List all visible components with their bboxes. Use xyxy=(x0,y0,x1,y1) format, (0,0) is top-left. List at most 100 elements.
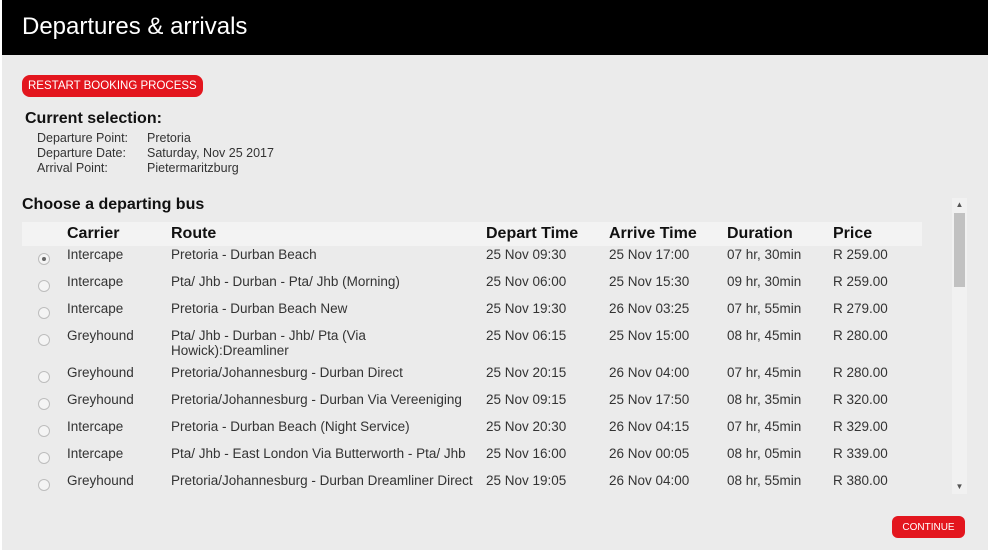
departure-date-label: Departure Date: xyxy=(37,146,126,160)
route-line: Pretoria/Johannesburg - Durban Via Veree… xyxy=(171,392,462,407)
depart-time-cell: 25 Nov 09:30 xyxy=(486,247,567,262)
departure-date-row: Departure Date: Saturday, Nov 25 2017 xyxy=(37,146,274,160)
price-cell: R 320.00 xyxy=(833,392,888,407)
carrier-cell: Greyhound xyxy=(67,473,134,488)
page-header: Departures & arrivals xyxy=(2,0,988,55)
route-line: Howick):Dreamliner xyxy=(171,343,289,358)
column-header-route: Route xyxy=(171,225,217,242)
radio-button-icon[interactable] xyxy=(38,479,50,491)
departure-point-value: Pretoria xyxy=(147,131,191,145)
carrier-cell: Greyhound xyxy=(67,328,134,343)
radio-button-icon[interactable] xyxy=(38,334,50,346)
arrive-time-cell: 25 Nov 17:50 xyxy=(609,392,690,407)
radio-button-icon[interactable] xyxy=(38,253,50,265)
column-header-carrier: Carrier xyxy=(67,225,120,242)
depart-time-cell: 25 Nov 06:00 xyxy=(486,274,567,289)
restart-booking-button[interactable]: RESTART BOOKING PROCESS xyxy=(22,75,203,97)
arrival-point-value: Pietermaritzburg xyxy=(147,161,239,175)
arrive-time-cell: 25 Nov 15:30 xyxy=(609,274,690,289)
radio-button-icon[interactable] xyxy=(38,398,50,410)
scroll-up-arrow-icon[interactable]: ▲ xyxy=(952,198,967,212)
carrier-cell: Intercape xyxy=(67,247,124,262)
duration-cell: 07 hr, 45min xyxy=(727,419,802,434)
table-scrollbar[interactable]: ▲ ▼ xyxy=(952,198,967,494)
carrier-cell: Intercape xyxy=(67,419,124,434)
depart-time-cell: 25 Nov 16:00 xyxy=(486,446,567,461)
continue-button[interactable]: CONTINUE xyxy=(892,516,965,538)
arrive-time-cell: 26 Nov 00:05 xyxy=(609,446,690,461)
radio-button-icon[interactable] xyxy=(38,280,50,292)
route-cell: Pretoria - Durban Beach (Night Service) xyxy=(171,419,410,434)
column-header-duration: Duration xyxy=(727,225,793,242)
arrive-time-cell: 26 Nov 04:15 xyxy=(609,419,690,434)
duration-cell: 08 hr, 55min xyxy=(727,473,802,488)
route-line: Pta/ Jhb - Durban - Pta/ Jhb (Morning) xyxy=(171,274,400,289)
carrier-cell: Greyhound xyxy=(67,365,134,380)
duration-cell: 08 hr, 35min xyxy=(727,392,802,407)
route-cell: Pretoria - Durban Beach New xyxy=(171,301,347,316)
route-line: Pretoria/Johannesburg - Durban Dreamline… xyxy=(171,473,473,488)
route-line: Pretoria - Durban Beach (Night Service) xyxy=(171,419,410,434)
radio-button-icon[interactable] xyxy=(38,371,50,383)
arrive-time-cell: 25 Nov 17:00 xyxy=(609,247,690,262)
depart-time-cell: 25 Nov 19:05 xyxy=(486,473,567,488)
price-cell: R 380.00 xyxy=(833,473,888,488)
duration-cell: 07 hr, 30min xyxy=(727,247,802,262)
departure-date-value: Saturday, Nov 25 2017 xyxy=(147,146,274,160)
current-selection-title: Current selection: xyxy=(25,110,162,127)
depart-time-cell: 25 Nov 19:30 xyxy=(486,301,567,316)
depart-time-cell: 25 Nov 20:30 xyxy=(486,419,567,434)
scroll-down-arrow-icon[interactable]: ▼ xyxy=(952,480,967,494)
duration-cell: 07 hr, 45min xyxy=(727,365,802,380)
price-cell: R 280.00 xyxy=(833,365,888,380)
route-cell: Pta/ Jhb - Durban - Pta/ Jhb (Morning) xyxy=(171,274,400,289)
duration-cell: 08 hr, 05min xyxy=(727,446,802,461)
carrier-cell: Intercape xyxy=(67,446,124,461)
price-cell: R 259.00 xyxy=(833,274,888,289)
choose-bus-heading: Choose a departing bus xyxy=(22,196,205,213)
price-cell: R 280.00 xyxy=(833,328,888,343)
arrive-time-cell: 26 Nov 04:00 xyxy=(609,473,690,488)
radio-button-icon[interactable] xyxy=(38,425,50,437)
depart-time-cell: 25 Nov 20:15 xyxy=(486,365,567,380)
route-cell: Pretoria/Johannesburg - Durban Direct xyxy=(171,365,403,380)
carrier-cell: Greyhound xyxy=(67,392,134,407)
route-cell: Pretoria/Johannesburg - Durban Via Veree… xyxy=(171,392,462,407)
route-line: Pretoria - Durban Beach New xyxy=(171,301,348,316)
carrier-cell: Intercape xyxy=(67,301,124,316)
column-header-arrive-time: Arrive Time xyxy=(609,225,697,242)
depart-time-cell: 25 Nov 06:15 xyxy=(486,328,567,343)
duration-cell: 07 hr, 55min xyxy=(727,301,802,316)
page-frame: Departures & arrivals RESTART BOOKING PR… xyxy=(2,0,988,550)
route-cell: Pta/ Jhb - Durban - Jhb/ Pta (Via Howick)… xyxy=(171,328,366,358)
depart-time-cell: 25 Nov 09:15 xyxy=(486,392,567,407)
column-header-price: Price xyxy=(833,225,873,242)
column-header-depart-time: Depart Time xyxy=(486,225,579,242)
price-cell: R 329.00 xyxy=(833,419,888,434)
price-cell: R 339.00 xyxy=(833,446,888,461)
route-cell: Pta/ Jhb - East London Via Butterworth -… xyxy=(171,446,466,461)
duration-cell: 08 hr, 45min xyxy=(727,328,802,343)
route-line: Pta/ Jhb - Durban - Jhb/ Pta (Via xyxy=(171,328,366,343)
route-line: Pretoria/Johannesburg - Durban Direct xyxy=(171,365,403,380)
table-header: Carrier Route Depart Time Arrive Time Du… xyxy=(22,222,922,246)
departure-point-label: Departure Point: xyxy=(37,131,129,145)
arrival-point-label: Arrival Point: xyxy=(37,161,108,175)
arrival-point-row: Arrival Point: Pietermaritzburg xyxy=(37,161,239,175)
scrollbar-thumb[interactable] xyxy=(954,213,965,287)
carrier-cell: Intercape xyxy=(67,274,124,289)
arrive-time-cell: 25 Nov 15:00 xyxy=(609,328,690,343)
arrive-time-cell: 26 Nov 04:00 xyxy=(609,365,690,380)
arrive-time-cell: 26 Nov 03:25 xyxy=(609,301,690,316)
radio-button-icon[interactable] xyxy=(38,307,50,319)
price-cell: R 259.00 xyxy=(833,247,888,262)
duration-cell: 09 hr, 30min xyxy=(727,274,802,289)
route-line: Pretoria - Durban Beach xyxy=(171,247,317,262)
price-cell: R 279.00 xyxy=(833,301,888,316)
page-title: Departures & arrivals xyxy=(22,13,248,40)
radio-button-icon[interactable] xyxy=(38,452,50,464)
route-line: Pta/ Jhb - East London Via Butterworth -… xyxy=(171,446,466,461)
departure-point-row: Departure Point: Pretoria xyxy=(37,131,191,145)
bus-table: Carrier Route Depart Time Arrive Time Du… xyxy=(22,222,952,494)
route-cell: Pretoria/Johannesburg - Durban Dreamline… xyxy=(171,473,473,488)
